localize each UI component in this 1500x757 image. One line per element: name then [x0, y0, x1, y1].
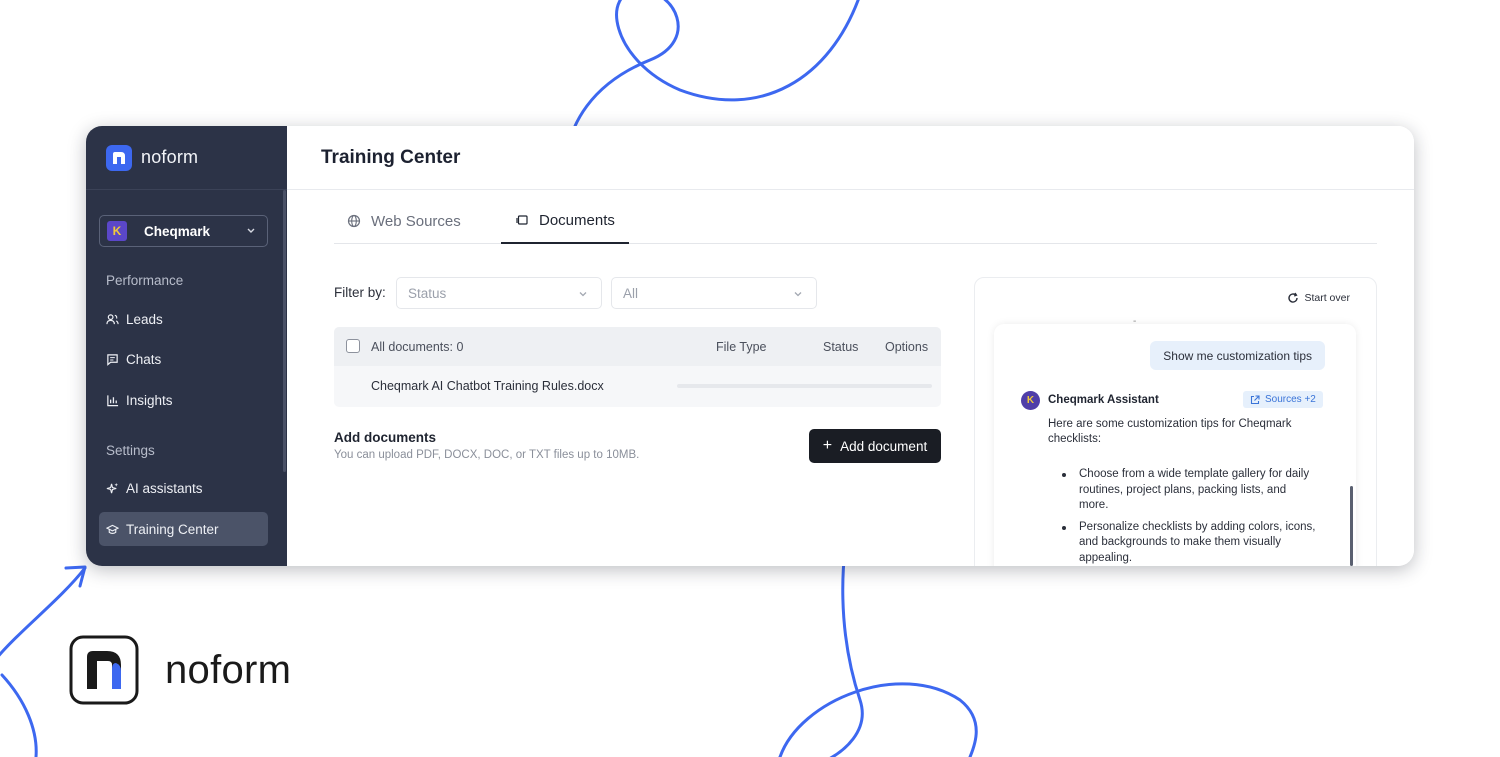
- marketing-canvas: noform K Cheqmark Performance Leads Chat…: [0, 0, 1500, 757]
- chevron-down-icon: [579, 292, 587, 297]
- table-header: All documents: 0 File Type Status Option…: [334, 327, 941, 366]
- type-filter-value: All: [623, 285, 639, 301]
- column-status[interactable]: Status: [823, 340, 858, 354]
- chevron-down-icon: [247, 228, 255, 233]
- user-message-bubble: Show me customization tips: [1150, 341, 1325, 370]
- sidebar-item-label: Training Center: [126, 521, 219, 537]
- workspace-logo: K: [107, 221, 127, 241]
- divider-mark: -: [1133, 316, 1137, 327]
- sidebar-item-label: AI assistants: [126, 480, 203, 496]
- globe-icon: [347, 214, 361, 228]
- table-row[interactable]: Cheqmark AI Chatbot Training Rules.docx: [334, 366, 941, 407]
- start-over-button[interactable]: Start over: [1287, 292, 1350, 304]
- brand-name: noform: [141, 147, 199, 167]
- sidebar-item-leads[interactable]: Leads: [99, 302, 268, 336]
- arrowhead-left: [64, 565, 87, 588]
- footer-logo: noform: [69, 635, 291, 705]
- list-item: Personalize checklists by adding colors,…: [1060, 520, 1318, 567]
- top-bar: Training Center: [287, 126, 1414, 190]
- type-filter-select[interactable]: All: [611, 277, 817, 309]
- section-title-settings: Settings: [106, 443, 155, 458]
- footer-logo-text: noform: [165, 647, 292, 692]
- assistant-message: Here are some customization tips for Che…: [1048, 418, 1292, 445]
- refresh-icon: [1288, 292, 1299, 303]
- chevron-down-icon: [794, 292, 802, 297]
- chat-window: - Show me customization tips K Cheqmark …: [994, 316, 1356, 566]
- sidebar-item-label: Chats: [126, 351, 162, 367]
- sidebar: noform K Cheqmark Performance Leads Chat…: [86, 126, 287, 566]
- chat-icon: [107, 353, 118, 366]
- sidebar-item-training-center[interactable]: Training Center: [99, 512, 268, 546]
- add-document-label: Add document: [840, 438, 928, 454]
- status-filter-select[interactable]: Status: [396, 277, 602, 309]
- start-over-label: Start over: [1304, 292, 1350, 304]
- chat-preview-panel: Start over - Show me customization tips …: [974, 277, 1377, 566]
- tips-list: Choose from a wide template gallery for …: [1060, 467, 1318, 566]
- section-title-performance: Performance: [106, 273, 184, 288]
- sidebar-item-chats[interactable]: Chats: [99, 342, 268, 376]
- status-filter-value: Status: [408, 285, 447, 301]
- document-count: All documents: 0: [371, 340, 464, 354]
- list-item: Choose from a wide template gallery for …: [1060, 467, 1318, 514]
- documents-table: All documents: 0 File Type Status Option…: [334, 327, 941, 407]
- users-icon: [106, 313, 119, 324]
- sidebar-scrollbar[interactable]: [283, 190, 286, 472]
- sources-label: Sources +2: [1265, 394, 1316, 405]
- tab-web-sources[interactable]: Web Sources: [347, 198, 461, 244]
- add-documents-title: Add documents: [334, 430, 437, 445]
- app-window: noform K Cheqmark Performance Leads Chat…: [86, 126, 1414, 566]
- add-documents-subtitle: You can upload PDF, DOCX, DOC, or TXT fi…: [334, 449, 640, 461]
- file-name: Cheqmark AI Chatbot Training Rules.docx: [371, 379, 604, 393]
- documents-icon: [516, 215, 528, 225]
- assistant-name: Cheqmark Assistant: [1048, 394, 1159, 406]
- add-document-button[interactable]: + Add document: [809, 429, 941, 463]
- plus-icon: +: [822, 437, 833, 454]
- page-title: Training Center: [321, 146, 461, 168]
- upload-progress-bar: [677, 384, 932, 388]
- tab-label: Documents: [539, 211, 615, 229]
- graduation-cap-icon: [106, 524, 119, 534]
- noform-logo-icon: [69, 635, 139, 705]
- column-options[interactable]: Options: [885, 340, 928, 354]
- bar-chart-icon: [107, 394, 119, 406]
- select-all-checkbox[interactable]: [346, 339, 360, 353]
- filter-label: Filter by:: [334, 285, 386, 300]
- tab-bar: Web Sources Documents: [334, 198, 1377, 244]
- workspace-name: Cheqmark: [144, 223, 211, 239]
- sidebar-item-ai-assistants[interactable]: AI assistants: [99, 471, 268, 505]
- workspace-selector[interactable]: K Cheqmark: [99, 215, 268, 247]
- sidebar-item-label: Leads: [126, 311, 163, 327]
- brand-header[interactable]: noform: [86, 126, 287, 190]
- sidebar-item-insights[interactable]: Insights: [99, 383, 268, 417]
- chat-scrollbar[interactable]: [1350, 486, 1353, 566]
- assistant-avatar: K: [1021, 391, 1040, 410]
- sources-badge[interactable]: Sources +2: [1243, 391, 1323, 408]
- tab-documents[interactable]: Documents: [501, 198, 629, 244]
- external-link-icon: [1250, 394, 1260, 404]
- noform-logo-icon: [106, 144, 132, 171]
- sidebar-item-label: Insights: [126, 392, 173, 408]
- sparkle-icon: [106, 482, 119, 493]
- main-content: Training Center Web Sources Documents Fi…: [287, 126, 1414, 566]
- tab-label: Web Sources: [371, 212, 461, 230]
- column-file-type[interactable]: File Type: [716, 340, 767, 354]
